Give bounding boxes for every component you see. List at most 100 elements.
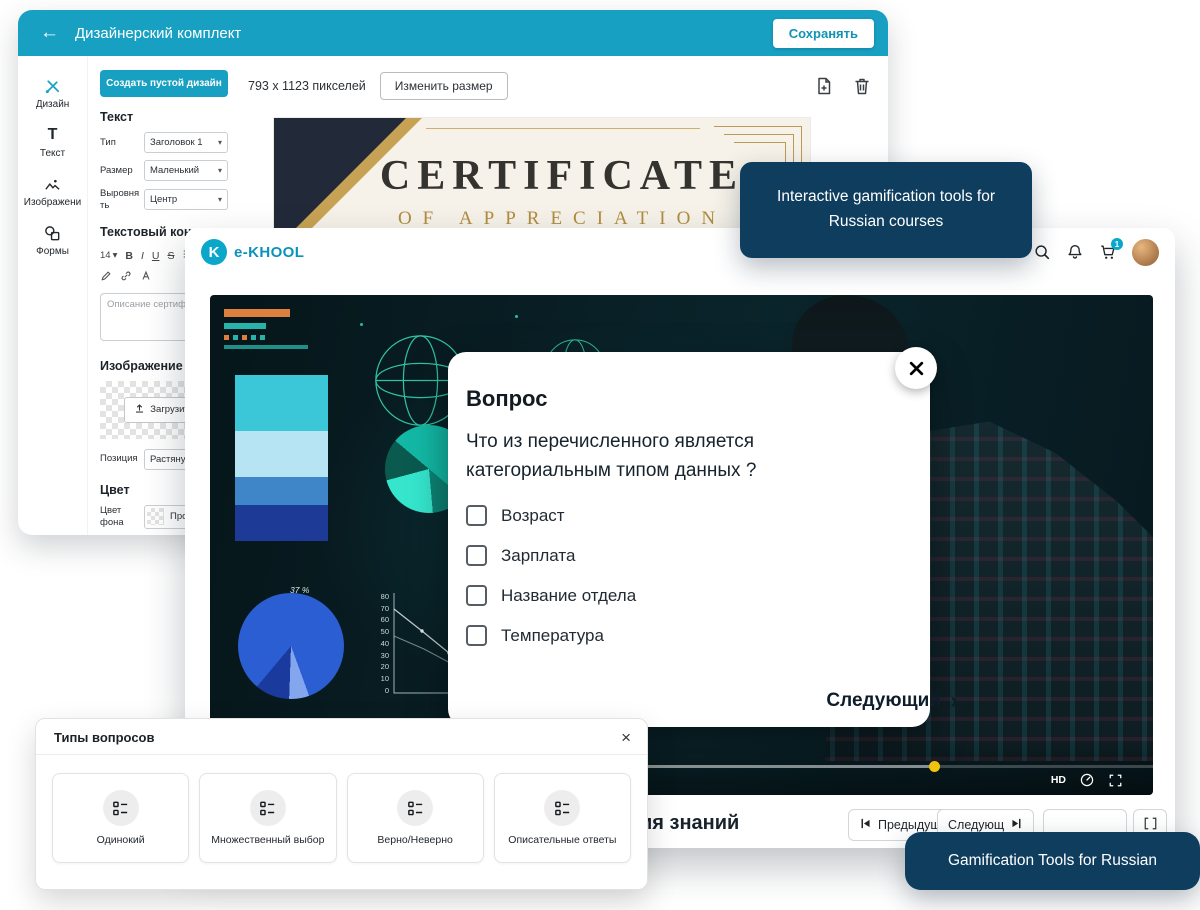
question-types-window: Типы вопросов × Одинокий Множественный в… (35, 718, 648, 890)
card-label: Описательные ответы (502, 834, 622, 846)
sidebar-item-label: Дизайн (36, 99, 70, 110)
shapes-icon (43, 223, 62, 243)
option-label: Название отдела (501, 586, 636, 606)
axis-label: 30 (375, 650, 389, 662)
playback-speed-icon[interactable] (1079, 772, 1095, 788)
field-label: Цвет фона (100, 505, 144, 529)
field-label: Тип (100, 137, 144, 149)
checkbox[interactable] (466, 625, 487, 646)
question-type-cards: Одинокий Множественный выбор Верно/Невер… (36, 755, 647, 863)
hd-quality-label[interactable]: HD (1051, 774, 1066, 786)
sidebar-item-shapes[interactable]: Формы (18, 223, 87, 257)
video-controls: HD (1051, 772, 1123, 788)
card-label: Множественный выбор (205, 834, 330, 846)
pie-percentage-label: 37 % (290, 585, 309, 595)
resize-button[interactable]: Изменить размер (380, 72, 508, 100)
strikethrough-icon[interactable]: S (167, 251, 174, 262)
quiz-title: Вопрос (466, 386, 904, 412)
option-label: Температура (501, 626, 604, 646)
sidebar-item-text[interactable]: T Текст (18, 125, 87, 159)
quiz-option[interactable]: Зарплата (466, 545, 904, 566)
slide-stacked-bar-chart (235, 375, 328, 541)
next-button[interactable]: Следующий › (826, 689, 958, 713)
back-arrow-icon[interactable]: ← (40, 22, 59, 44)
callout-line: Gamification Tools for Russian (948, 852, 1157, 870)
fullscreen-icon[interactable] (1108, 773, 1123, 788)
option-label: Зарплата (501, 546, 575, 566)
next-label: Следующ (948, 818, 1004, 832)
chevron-down-icon: ▾ (218, 195, 222, 204)
list-check-icon (397, 790, 433, 826)
add-page-icon[interactable] (812, 74, 836, 98)
question-type-card-truefalse[interactable]: Верно/Неверно (347, 773, 484, 863)
align-select[interactable]: Центр ▾ (144, 189, 228, 210)
lesson-heading-truncated: ия знаний (640, 812, 739, 835)
skip-next-icon (1010, 817, 1023, 833)
field-row-type: Тип Заголовок 1 ▾ (100, 132, 228, 153)
cart-icon[interactable]: 1 (1099, 243, 1117, 261)
sidebar-item-images[interactable]: Изображени (18, 174, 87, 208)
select-value: Заголовок 1 (150, 137, 203, 148)
quiz-option[interactable]: Название отдела (466, 585, 904, 606)
canvas-toolbar: 793 x 1123 пикселей Изменить размер (248, 72, 874, 100)
field-label: Позиция (100, 453, 144, 465)
select-value: Центр (150, 194, 177, 205)
ekhool-logo[interactable]: K e-KHOOL (201, 239, 304, 265)
brand-name: e-KHOOL (234, 244, 304, 261)
link-icon[interactable] (120, 269, 132, 287)
trash-icon[interactable] (850, 74, 874, 98)
font-size-select[interactable]: 14 ▾ (100, 250, 117, 261)
decor-dot (515, 315, 518, 318)
question-types-header: Типы вопросов × (36, 719, 647, 755)
question-type-card-multiple[interactable]: Множественный выбор (199, 773, 336, 863)
type-select[interactable]: Заголовок 1 ▾ (144, 132, 228, 153)
chevron-right-icon: › (950, 689, 958, 713)
line-chart-y-axis: 80 70 60 50 40 30 20 10 0 (375, 591, 389, 697)
axis-label: 80 (375, 591, 389, 603)
save-button[interactable]: Сохранять (773, 19, 874, 48)
list-check-icon (250, 790, 286, 826)
search-icon[interactable] (1033, 243, 1051, 261)
close-icon[interactable]: × (621, 729, 631, 746)
list-check-icon (103, 790, 139, 826)
text-color-icon[interactable] (140, 269, 152, 287)
callout-line: Russian courses (829, 210, 944, 235)
question-type-card-descriptive[interactable]: Описательные ответы (494, 773, 631, 863)
decor-dot (360, 323, 363, 326)
avatar[interactable] (1132, 239, 1159, 266)
quiz-option[interactable]: Возраст (466, 505, 904, 526)
certificate-subtitle: OF APPRECIATION (334, 208, 790, 230)
option-label: Возраст (501, 506, 565, 526)
sidebar-item-label: Изображени (24, 197, 81, 208)
close-icon-button[interactable] (895, 347, 937, 389)
list-check-icon (544, 790, 580, 826)
pencil-icon[interactable] (100, 269, 112, 287)
axis-label: 40 (375, 638, 389, 650)
bold-icon[interactable]: B (125, 251, 133, 262)
underline-icon[interactable]: U (152, 251, 160, 262)
callout-line: Interactive gamification tools for (777, 185, 995, 210)
select-value: Маленький (150, 165, 199, 176)
axis-label: 0 (375, 685, 389, 697)
quiz-modal: Вопрос Что из перечисленного является ка… (448, 352, 930, 727)
slide-big-pie-chart (238, 593, 344, 699)
size-select[interactable]: Маленький ▾ (144, 160, 228, 181)
image-mountains-icon (43, 174, 62, 194)
next-label: Следующий (826, 690, 941, 712)
notifications-bell-icon[interactable] (1066, 243, 1084, 261)
field-label: Выровнять (100, 188, 144, 212)
field-row-align: Выровнять Центр ▾ (100, 188, 228, 212)
quiz-option[interactable]: Температура (466, 625, 904, 646)
sidebar-item-design[interactable]: Дизайн (18, 76, 87, 110)
stage: ← Дизайнерский комплект Сохранять Дизайн… (0, 0, 1200, 910)
italic-icon[interactable]: I (141, 251, 144, 262)
slide-horizontal-bars (224, 309, 308, 349)
checkbox[interactable] (466, 545, 487, 566)
question-type-card-single[interactable]: Одинокий (52, 773, 189, 863)
checkbox[interactable] (466, 585, 487, 606)
card-label: Верно/Неверно (371, 834, 458, 846)
chevron-down-icon: ▾ (218, 138, 222, 147)
checkbox[interactable] (466, 505, 487, 526)
previous-label: Предыдущ (878, 818, 941, 832)
create-empty-design-button[interactable]: Создать пустой дизайн (100, 70, 228, 97)
